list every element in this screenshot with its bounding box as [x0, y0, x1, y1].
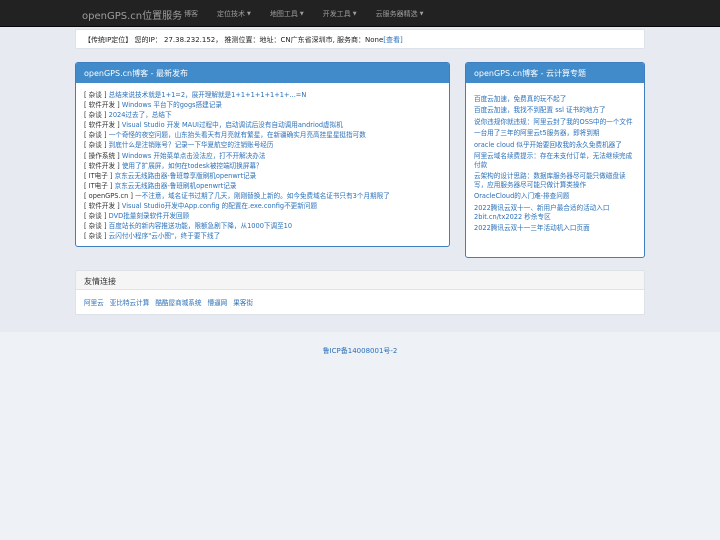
friend-link[interactable]: 酷酷屋商城系统: [155, 299, 201, 307]
blog-item-link[interactable]: 2024过去了，总结下: [109, 111, 172, 119]
blog-panel-title: openGPS.cn博客 - 最新发布: [76, 63, 449, 83]
blog-list-item: [ 杂谈 ] 云闪付小程序"云小图"，终于要下线了: [84, 231, 441, 241]
blog-item-link[interactable]: 总结来说技术就是1+1=2，展开理解就是1+1+1+1+1+1+...=N: [109, 91, 307, 99]
blog-item-link[interactable]: 一不注意，域名证书过期了几天，刚刚替换上新的。如今免费域名证书只有3个月期限了: [135, 192, 390, 200]
ip-view-link[interactable]: [查看]: [383, 36, 402, 44]
nav-map-tools-label: 地图工具: [269, 10, 298, 18]
blog-item-link[interactable]: 到底什么是注销账号？记录一下华夏航空的注销账号经历: [109, 141, 274, 149]
blog-list-item: [ 杂谈 ] 2024过去了，总结下: [84, 110, 441, 120]
blog-list-item: [ 软件开发 ] Visual Studio 开发 MAUI过程中，启动调试后没…: [84, 120, 441, 130]
cloud-panel-title: openGPS.cn博客 - 云计算专题: [466, 63, 644, 83]
nav-cloud-servers[interactable]: 云服务器精选 ▼: [376, 9, 424, 19]
cloud-article-link[interactable]: 2022腾讯云双十一、新用户最合适的活动入口 2bit.cn/tx2022 秒杀…: [474, 204, 636, 222]
top-navbar: openGPS.cn位置服务 博客 定位技术 ▼ 地图工具 ▼ 开发工具 ▼ 云服务器…: [0, 0, 720, 27]
blog-item-link[interactable]: Visual Studio开发中App.config 的配置在.exe.conf…: [122, 202, 317, 210]
ip-location-text: 【传统IP定位】 您的IP： 27.38.232.152， 推测位置：地址：CN…: [84, 36, 384, 44]
blog-item-category: [ IT电子 ]: [84, 181, 113, 190]
blog-item-link[interactable]: 云闪付小程序"云小图"，终于要下线了: [109, 232, 221, 240]
blog-item-category: [ 杂谈 ]: [84, 212, 107, 221]
cloud-article-link[interactable]: 说你违规你就违规：阿里云封了我的OSS中的一个文件: [474, 118, 636, 127]
cloud-article-link[interactable]: 阿里云域名续费提示：存在未支付订单，无法继续完成付款: [474, 152, 636, 170]
blog-item-category: [ 软件开发 ]: [84, 121, 120, 130]
nav-blog[interactable]: 博客: [184, 9, 198, 19]
blog-item-category: [ 杂谈 ]: [84, 232, 107, 241]
friend-links-title: 友情连接: [76, 271, 644, 290]
blog-item-link[interactable]: 使用了扩展屏，如何在todesk被控端切换屏幕？: [122, 162, 263, 170]
blog-item-category: [ 杂谈 ]: [84, 91, 107, 99]
blog-item-link[interactable]: DVD批量刻录软件开发回顾: [109, 212, 190, 220]
caret-down-icon: ▼: [419, 11, 424, 17]
nav-map-tools[interactable]: 地图工具 ▼: [270, 9, 304, 19]
friend-link[interactable]: 阿里云: [84, 299, 104, 307]
nav-cloud-servers-label: 云服务器精选: [375, 10, 418, 18]
brand-link[interactable]: openGPS.cn位置服务: [82, 7, 182, 22]
cloud-article-link[interactable]: 百度云加速，我找不到配置 ssl 证书的地方了: [474, 106, 636, 115]
nav-location-tech-label: 定位技术: [217, 10, 245, 18]
blog-item-category: [ 杂谈 ]: [84, 111, 107, 120]
blog-item-category: [ 软件开发 ]: [84, 202, 120, 211]
nav-dev-tools[interactable]: 开发工具 ▼: [323, 9, 357, 19]
blog-list-item: [ openGPS.cn ] 一不注意，域名证书过期了几天，刚刚替换上新的。如今…: [84, 191, 441, 201]
friend-link[interactable]: 亚比特云计算: [110, 299, 150, 307]
blog-item-link[interactable]: Windows 平台下的gogs搭建记录: [122, 101, 222, 109]
cloud-topic-panel: openGPS.cn博客 - 云计算专题 百度云加速，免费真的玩不起了 百度云加速…: [465, 62, 645, 258]
blog-item-link[interactable]: 百度站长的新内容推送功能，限额急剧下降，从1000下调至10: [109, 222, 292, 230]
blog-list-item: [ 软件开发 ] Windows 平台下的gogs搭建记录: [84, 100, 441, 110]
blog-list-item: [ 杂谈 ] 到底什么是注销账号？记录一下华夏航空的注销账号经历: [84, 140, 441, 150]
blog-list-item: [ 软件开发 ] 使用了扩展屏，如何在todesk被控端切换屏幕？: [84, 161, 441, 171]
friend-links-list: 阿里云 亚比特云计算 酷酷屋商城系统 懵逼网 果客街: [76, 290, 644, 314]
blog-item-category: [ 杂谈 ]: [84, 131, 107, 140]
friend-link[interactable]: 果客街: [233, 299, 253, 307]
blog-list-item: [ 软件开发 ] Visual Studio开发中App.config 的配置在…: [84, 201, 441, 211]
cloud-article-link[interactable]: oracle cloud 似乎开始要回收我的永久免费机器了: [474, 141, 636, 150]
blog-list-item: [ 杂谈 ] 总结来说技术就是1+1=2，展开理解就是1+1+1+1+1+1+.…: [84, 90, 441, 100]
blog-item-category: [ 软件开发 ]: [84, 101, 120, 110]
friend-link[interactable]: 懵逼网: [208, 299, 228, 307]
caret-down-icon: ▼: [299, 11, 304, 17]
blog-list: [ 杂谈 ] 总结来说技术就是1+1=2，展开理解就是1+1+1+1+1+1+.…: [76, 83, 449, 246]
blog-item-link[interactable]: Visual Studio 开发 MAUI过程中，启动调试后没有自动调用andr…: [122, 121, 343, 129]
cloud-list: 百度云加速，免费真的玩不起了 百度云加速，我找不到配置 ssl 证书的地方了 说你违…: [466, 83, 644, 242]
blog-item-category: [ 软件开发 ]: [84, 161, 120, 170]
cloud-article-link[interactable]: 一台用了三年的阿里云t5服务器，即将到期: [474, 129, 636, 138]
blog-list-item: [ 杂谈 ] 百度站长的新内容推送功能，限额急剧下降，从1000下调至10: [84, 221, 441, 231]
blog-item-link[interactable]: Windows 开始菜单点击没法应，打不开解决办法: [122, 152, 266, 160]
blog-item-link[interactable]: 一个奇怪的夜空问题，山东抬头看天有月亮就有繁星，在新疆确实月亮高挂星星挺指可数: [109, 131, 366, 139]
blog-list-item: [ 操作系统 ] Windows 开始菜单点击没法应，打不开解决办法: [84, 151, 441, 161]
nav-dev-tools-label: 开发工具: [322, 10, 351, 18]
blog-list-item: [ 杂谈 ] 一个奇怪的夜空问题，山东抬头看天有月亮就有繁星，在新疆确实月亮高挂…: [84, 130, 441, 140]
blog-item-category: [ 杂谈 ]: [84, 141, 107, 150]
blog-latest-panel: openGPS.cn博客 - 最新发布 [ 杂谈 ] 总结来说技术就是1+1=2…: [75, 62, 450, 247]
blog-item-category: [ 杂谈 ]: [84, 222, 107, 231]
blog-list-item: [ IT电子 ] 京东云无线路由器-鲁班刷机openwrt记录: [84, 181, 441, 191]
blog-item-link[interactable]: 京东云无线路由器-鲁班尊享版刷机openwrt记录: [115, 172, 257, 180]
nav-menu: 博客 定位技术 ▼ 地图工具 ▼ 开发工具 ▼ 云服务器精选 ▼: [184, 9, 442, 19]
cloud-article-link[interactable]: OracleCloud的入门难-排查问题: [474, 192, 636, 201]
friend-links-panel: 友情连接 阿里云 亚比特云计算 酷酷屋商城系统 懵逼网 果客街: [75, 270, 645, 315]
nav-location-tech[interactable]: 定位技术 ▼: [217, 9, 251, 19]
blog-item-category: [ IT电子 ]: [84, 171, 113, 180]
blog-item-category: [ 操作系统 ]: [84, 151, 120, 160]
caret-down-icon: ▼: [247, 11, 251, 17]
icp-link[interactable]: 鲁ICP备14008001号-2: [323, 347, 398, 355]
cloud-article-link[interactable]: 2022腾讯云双十一三年活动机入口页面: [474, 224, 636, 233]
cloud-article-link[interactable]: 百度云加速，免费真的玩不起了: [474, 95, 636, 104]
ip-location-bar: 【传统IP定位】 您的IP： 27.38.232.152， 推测位置：地址：CN…: [75, 29, 645, 49]
footer: 鲁ICP备14008001号-2: [0, 346, 720, 356]
blog-list-item: [ 杂谈 ] DVD批量刻录软件开发回顾: [84, 211, 441, 221]
blog-list-item: [ IT电子 ] 京东云无线路由器-鲁班尊享版刷机openwrt记录: [84, 171, 441, 181]
blog-item-link[interactable]: 京东云无线路由器-鲁班刷机openwrt记录: [115, 182, 237, 190]
caret-down-icon: ▼: [352, 11, 357, 17]
cloud-article-link[interactable]: 云架构的设计思路：数据库服务器尽可能只做磁盘读写，应用服务器尽可能只做计算类操作: [474, 172, 636, 190]
nav-blog-label: 博客: [184, 10, 198, 18]
blog-item-category: [ openGPS.cn ]: [84, 191, 133, 200]
